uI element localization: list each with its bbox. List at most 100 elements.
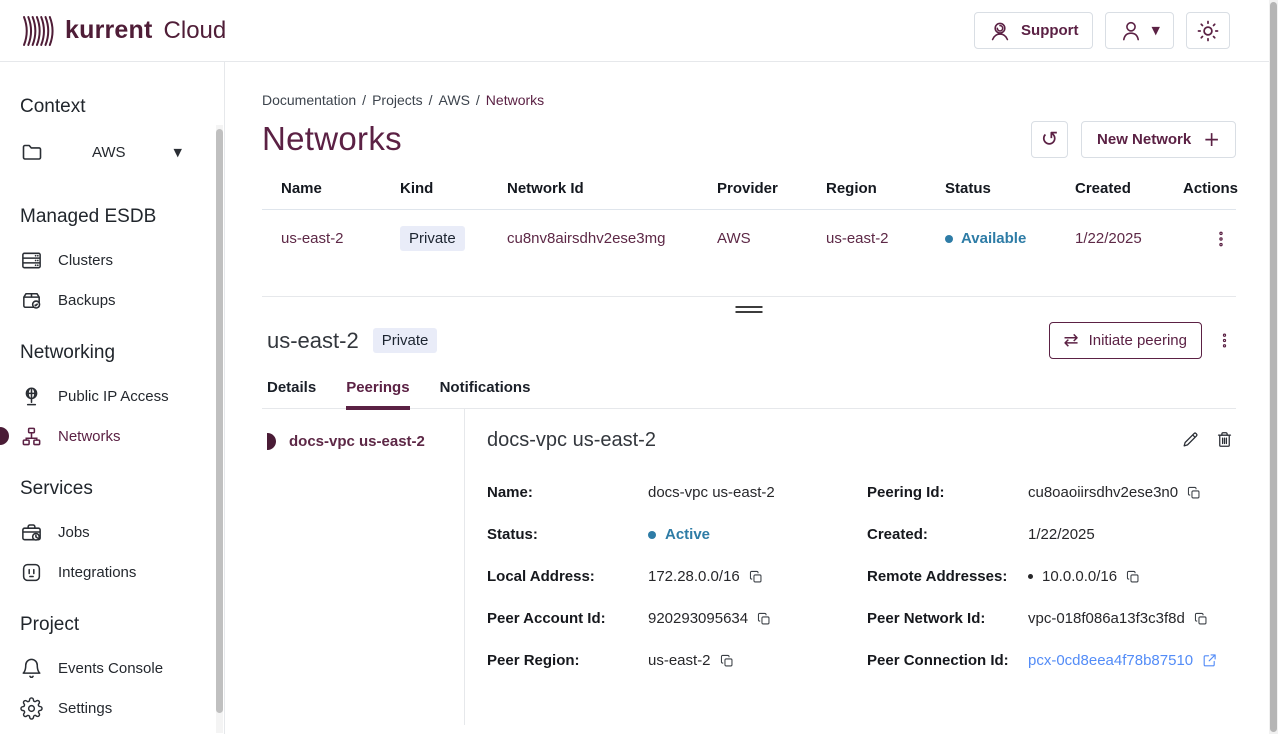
kurrent-waves-icon xyxy=(22,12,56,50)
copy-icon[interactable] xyxy=(1194,612,1208,626)
sidebar-item-backups[interactable]: Backups xyxy=(20,288,208,312)
sidebar-item-events-console[interactable]: Events Console xyxy=(20,656,208,680)
window-scrollbar[interactable] xyxy=(1269,0,1278,734)
sidebar-item-jobs[interactable]: Jobs xyxy=(20,520,208,544)
trash-icon xyxy=(1215,430,1234,449)
sidebar-item-label: Events Console xyxy=(58,660,163,677)
sidebar-item-settings[interactable]: Settings xyxy=(20,696,208,720)
field-peer-connection-id: Peer Connection Id: pcx-0cd8eea4f78b8751… xyxy=(867,652,1236,669)
top-header: kurrent Cloud Support ▼ xyxy=(0,0,1278,62)
detail-title: us-east-2 xyxy=(267,328,359,354)
field-peering-id: Peering Id: cu8oaoiirsdhv2ese3n0 xyxy=(867,484,1236,501)
field-peer-account-id: Peer Account Id: 920293095634 xyxy=(487,610,867,627)
brand-logo[interactable]: kurrent Cloud xyxy=(22,12,226,50)
user-menu-button[interactable]: ▼ xyxy=(1105,12,1174,49)
kind-badge: Private xyxy=(400,226,465,251)
page-title: Networks xyxy=(262,120,402,158)
cell-status: Available xyxy=(945,230,1075,247)
network-tree-icon xyxy=(20,425,43,448)
edit-peering-button[interactable] xyxy=(1181,430,1200,452)
outlet-icon xyxy=(20,561,43,584)
briefcase-clock-icon xyxy=(20,521,43,544)
peer-connection-link[interactable]: pcx-0cd8eea4f78b87510 xyxy=(1028,652,1193,669)
table-row[interactable]: us-east-2 Private cu8nv8airsdhv2ese3mg A… xyxy=(262,210,1236,267)
tab-peerings[interactable]: Peerings xyxy=(346,379,409,408)
sidebar-scrollbar[interactable] xyxy=(216,125,223,733)
peering-list-item[interactable]: docs-vpc us-east-2 xyxy=(267,433,464,450)
peering-item-label: docs-vpc us-east-2 xyxy=(289,433,425,450)
field-local-address: Local Address: 172.28.0.0/16 xyxy=(487,568,867,585)
sidebar-item-clusters[interactable]: Clusters xyxy=(20,248,208,272)
plus-icon: + xyxy=(1203,127,1220,151)
column-header-status: Status xyxy=(945,180,1075,197)
column-header-network-id: Network Id xyxy=(507,180,717,197)
copy-icon[interactable] xyxy=(720,654,734,668)
sidebar-item-networks[interactable]: Networks xyxy=(20,424,208,448)
sidebar: Context AWS ▼ Managed ESDB Clusters xyxy=(0,62,225,734)
sidebar-heading-context: Context xyxy=(20,96,208,118)
copy-icon[interactable] xyxy=(757,612,771,626)
copy-icon[interactable] xyxy=(1187,486,1201,500)
initiate-peering-button[interactable]: ⇄ Initiate peering xyxy=(1049,322,1203,359)
column-header-actions: Actions xyxy=(1183,180,1238,197)
swap-arrows-icon: ⇄ xyxy=(1064,330,1079,351)
active-item-marker xyxy=(0,427,9,445)
support-label: Support xyxy=(1021,22,1079,39)
new-network-button[interactable]: New Network + xyxy=(1081,121,1236,158)
bell-icon xyxy=(20,657,43,680)
panel-resize-handle[interactable] xyxy=(262,296,1236,318)
support-headset-icon xyxy=(988,19,1012,43)
backups-icon xyxy=(20,289,43,312)
cell-network-id: cu8nv8airsdhv2ese3mg xyxy=(507,230,717,247)
column-header-kind: Kind xyxy=(400,180,507,197)
field-created: Created: 1/22/2025 xyxy=(867,526,1236,543)
row-actions-kebab-icon[interactable] xyxy=(1209,227,1233,251)
brand-suffix: Cloud xyxy=(164,17,227,45)
sidebar-item-label: Clusters xyxy=(58,252,113,269)
table-header-row: Name Kind Network Id Provider Region Sta… xyxy=(262,180,1236,210)
refresh-button[interactable]: ↺ xyxy=(1031,121,1068,158)
detail-actions-kebab-icon[interactable] xyxy=(1212,329,1236,353)
peering-title: docs-vpc us-east-2 xyxy=(487,429,656,452)
status-dot xyxy=(648,531,656,539)
list-bullet xyxy=(1028,574,1033,579)
refresh-icon: ↺ xyxy=(1041,127,1059,151)
sidebar-heading-managed-esdb: Managed ESDB xyxy=(20,206,208,228)
tab-details[interactable]: Details xyxy=(267,379,316,408)
support-button[interactable]: Support xyxy=(974,12,1093,49)
sidebar-item-label: Networks xyxy=(58,428,121,445)
tab-notifications[interactable]: Notifications xyxy=(440,379,531,408)
drag-grip-icon xyxy=(736,306,763,316)
theme-toggle-button[interactable] xyxy=(1186,12,1230,49)
sidebar-item-label: Settings xyxy=(58,700,112,717)
field-remote-addresses: Remote Addresses: 10.0.0.0/16 xyxy=(867,568,1236,585)
detail-tabs: Details Peerings Notifications xyxy=(262,379,1236,409)
peerings-list: docs-vpc us-east-2 xyxy=(262,409,465,725)
breadcrumb-current: Networks xyxy=(486,92,544,108)
copy-icon[interactable] xyxy=(1126,570,1140,584)
sidebar-heading-services: Services xyxy=(20,478,208,500)
cell-created: 1/22/2025 xyxy=(1075,230,1183,247)
field-status: Status: Active xyxy=(487,526,867,543)
column-header-name: Name xyxy=(281,180,400,197)
sidebar-item-label: Public IP Access xyxy=(58,388,169,405)
pencil-icon xyxy=(1181,430,1200,449)
breadcrumb-item[interactable]: AWS xyxy=(439,92,470,108)
peering-fields: Name: docs-vpc us-east-2 Peering Id: cu8… xyxy=(487,484,1236,669)
sidebar-item-label: Backups xyxy=(58,292,116,309)
sun-icon xyxy=(1195,18,1221,44)
breadcrumb-item[interactable]: Projects xyxy=(372,92,423,108)
context-selector[interactable]: AWS ▼ xyxy=(20,138,208,166)
folder-icon xyxy=(20,140,44,164)
context-selected-value: AWS xyxy=(44,144,174,161)
copy-icon[interactable] xyxy=(749,570,763,584)
breadcrumb-item[interactable]: Documentation xyxy=(262,92,356,108)
sidebar-item-public-ip-access[interactable]: Public IP Access xyxy=(20,384,208,408)
network-detail-panel: us-east-2 Private ⇄ Initiate peering Det… xyxy=(262,322,1236,725)
breadcrumb: Documentation/Projects/AWS/Networks xyxy=(262,92,1236,108)
sidebar-heading-project: Project xyxy=(20,614,208,636)
external-link-icon[interactable] xyxy=(1202,653,1217,668)
sidebar-item-integrations[interactable]: Integrations xyxy=(20,560,208,584)
delete-peering-button[interactable] xyxy=(1215,430,1234,452)
column-header-provider: Provider xyxy=(717,180,826,197)
